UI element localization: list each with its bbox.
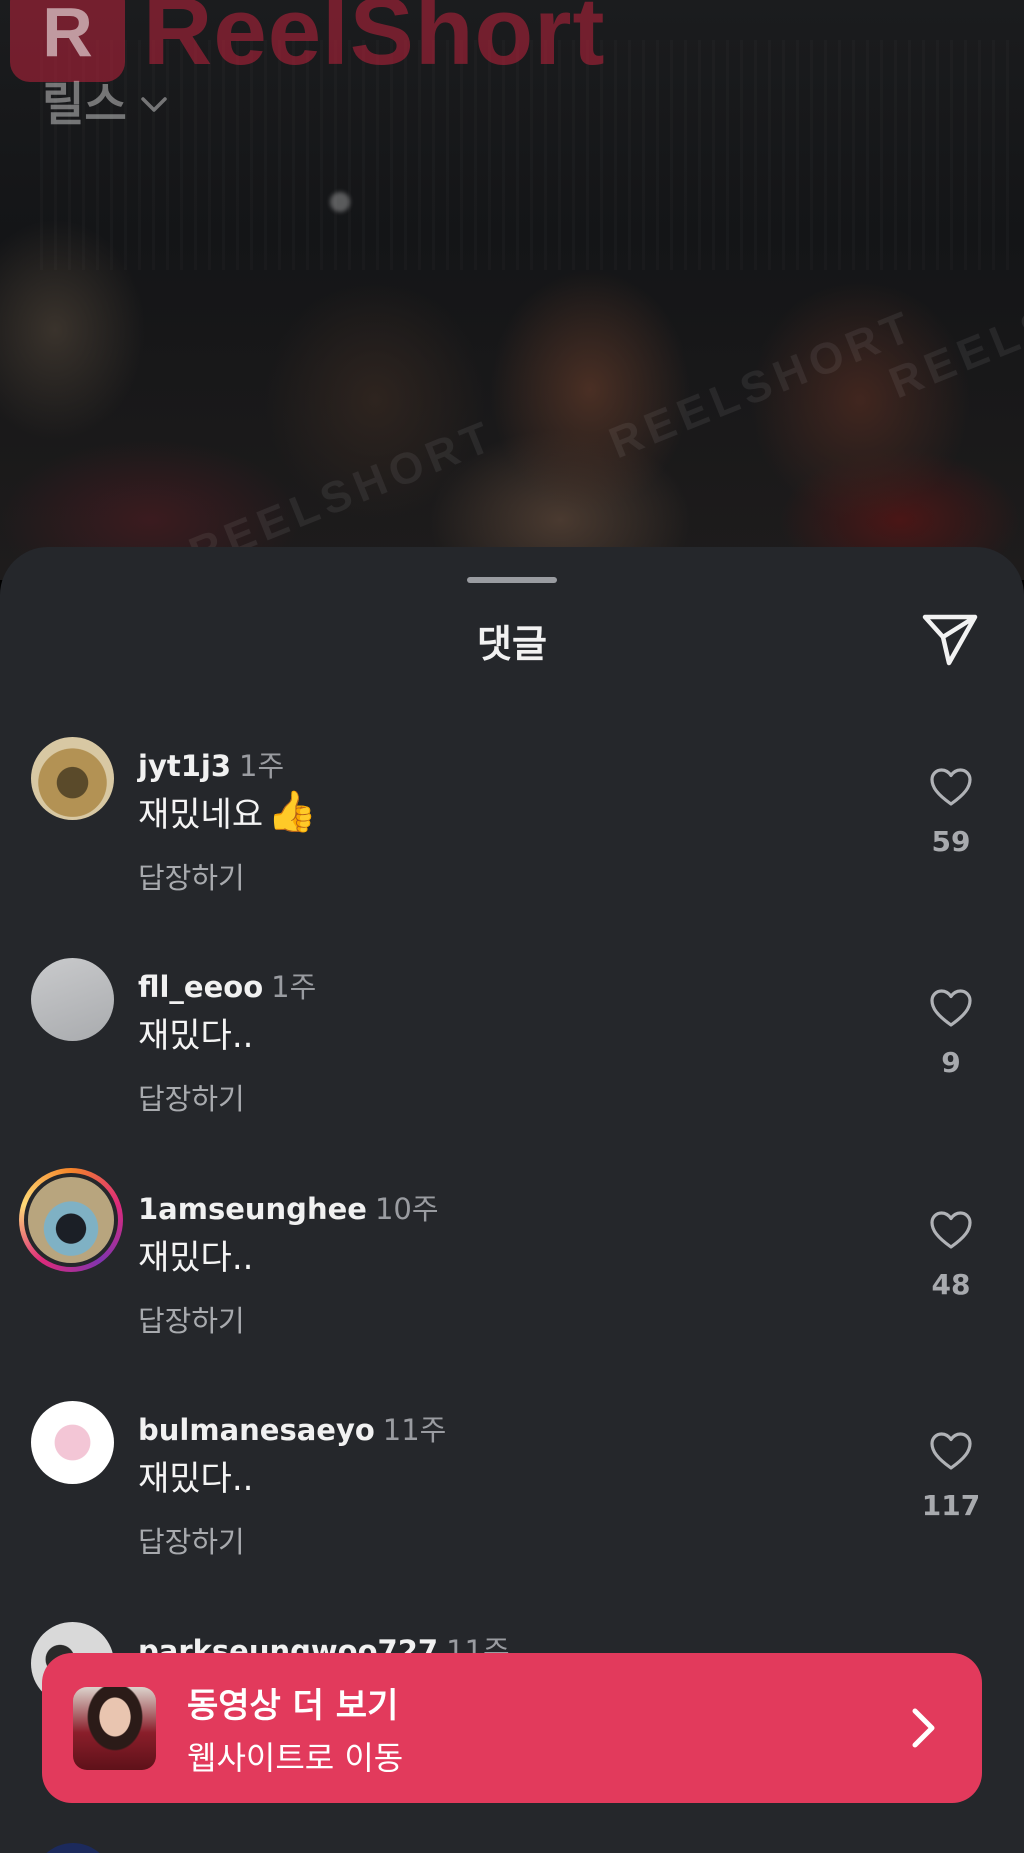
video-thumbnail xyxy=(73,1686,156,1770)
heart-icon xyxy=(930,1432,972,1470)
comment-header: bulmanesaeyo 11주 xyxy=(138,1407,446,1449)
avatar[interactable] xyxy=(31,958,114,1041)
reply-button[interactable]: 답장하기 xyxy=(138,1076,245,1118)
comment-item: jyt1j3 1주 재밌네요 👍 답장하기 59 xyxy=(0,737,1024,937)
sheet-title: 댓글 xyxy=(477,622,547,666)
comment-item: fll_eeoo 1주 재밌다.. 답장하기 9 xyxy=(0,958,1024,1158)
avatar xyxy=(24,1173,118,1267)
comment-item: 1amseunghee 10주 재밌다.. 답장하기 48 xyxy=(0,1168,1024,1380)
comment-username[interactable]: 1amseunghee xyxy=(138,1192,367,1226)
avatar[interactable] xyxy=(31,737,114,820)
video-light-spot xyxy=(330,192,350,212)
comment-username[interactable]: fll_eeoo xyxy=(138,970,263,1004)
reels-comments-screen: REELSHORT REELSHORT REELSHORT R ReelShor… xyxy=(0,0,1024,1853)
video-background[interactable]: REELSHORT REELSHORT REELSHORT R ReelShor… xyxy=(0,0,1024,580)
comment-header: 1amseunghee 10주 xyxy=(138,1186,439,1228)
like-button[interactable]: 48 xyxy=(920,1210,982,1301)
comment-time: 11주 xyxy=(382,1413,447,1447)
comment-text: 재밌다.. xyxy=(138,1451,253,1500)
reels-label: 릴스 xyxy=(42,77,127,131)
comment-username[interactable]: bulmanesaeyo xyxy=(138,1413,375,1447)
comment-time: 1주 xyxy=(239,749,285,783)
like-button[interactable]: 9 xyxy=(920,988,982,1079)
sheet-drag-handle[interactable] xyxy=(467,577,557,583)
comment-time: 10주 xyxy=(374,1192,439,1226)
comment-item: bulmanesaeyo 11주 재밌다.. 답장하기 117 xyxy=(0,1401,1024,1601)
heart-icon xyxy=(930,1211,972,1249)
comment-header: jyt1j3 1주 xyxy=(138,743,284,785)
heart-icon xyxy=(930,768,972,806)
avatar-story-ring[interactable] xyxy=(19,1168,123,1272)
chevron-right-icon xyxy=(912,1708,935,1748)
avatar[interactable] xyxy=(31,1401,114,1484)
comment-body: 재밌네요 xyxy=(138,795,264,835)
comment-text: 재밌다.. xyxy=(138,1230,253,1279)
comment-body: 재밌다.. xyxy=(138,1459,254,1499)
send-icon xyxy=(922,614,978,666)
comment-text: 재밌네요 👍 xyxy=(138,787,317,836)
comment-body: 재밌다.. xyxy=(138,1016,254,1056)
comment-username[interactable]: jyt1j3 xyxy=(138,749,231,783)
thumbs-up-emoji-icon: 👍 xyxy=(267,789,317,835)
diagonal-watermark: REELSHORT xyxy=(602,300,923,469)
avatar[interactable] xyxy=(33,1843,113,1853)
like-count: 117 xyxy=(921,1489,981,1522)
watch-more-video-banner[interactable]: 동영상 더 보기 웹사이트로 이동 xyxy=(42,1653,982,1803)
reply-button[interactable]: 답장하기 xyxy=(138,1298,245,1340)
cta-text: 동영상 더 보기 웹사이트로 이동 xyxy=(187,1678,403,1779)
like-button[interactable]: 117 xyxy=(920,1431,982,1522)
reply-button[interactable]: 답장하기 xyxy=(138,1519,245,1561)
comment-time: 1주 xyxy=(271,970,317,1004)
reelshort-wordmark: ReelShort xyxy=(143,0,606,85)
reels-feed-selector[interactable]: 릴스 xyxy=(42,68,169,134)
share-button[interactable] xyxy=(920,612,980,668)
like-button[interactable]: 59 xyxy=(920,767,982,858)
like-count: 48 xyxy=(931,1268,971,1301)
heart-icon xyxy=(930,989,972,1027)
cta-title: 동영상 더 보기 xyxy=(187,1685,399,1726)
comment-text: 재밌다.. xyxy=(138,1008,253,1057)
comment-header: fll_eeoo 1주 xyxy=(138,964,316,1006)
chevron-down-icon xyxy=(140,97,167,112)
like-count: 9 xyxy=(941,1046,961,1079)
cta-subtitle: 웹사이트로 이동 xyxy=(187,1738,404,1777)
like-count: 59 xyxy=(931,825,971,858)
comment-body: 재밌다.. xyxy=(138,1238,254,1278)
reply-button[interactable]: 답장하기 xyxy=(138,855,245,897)
